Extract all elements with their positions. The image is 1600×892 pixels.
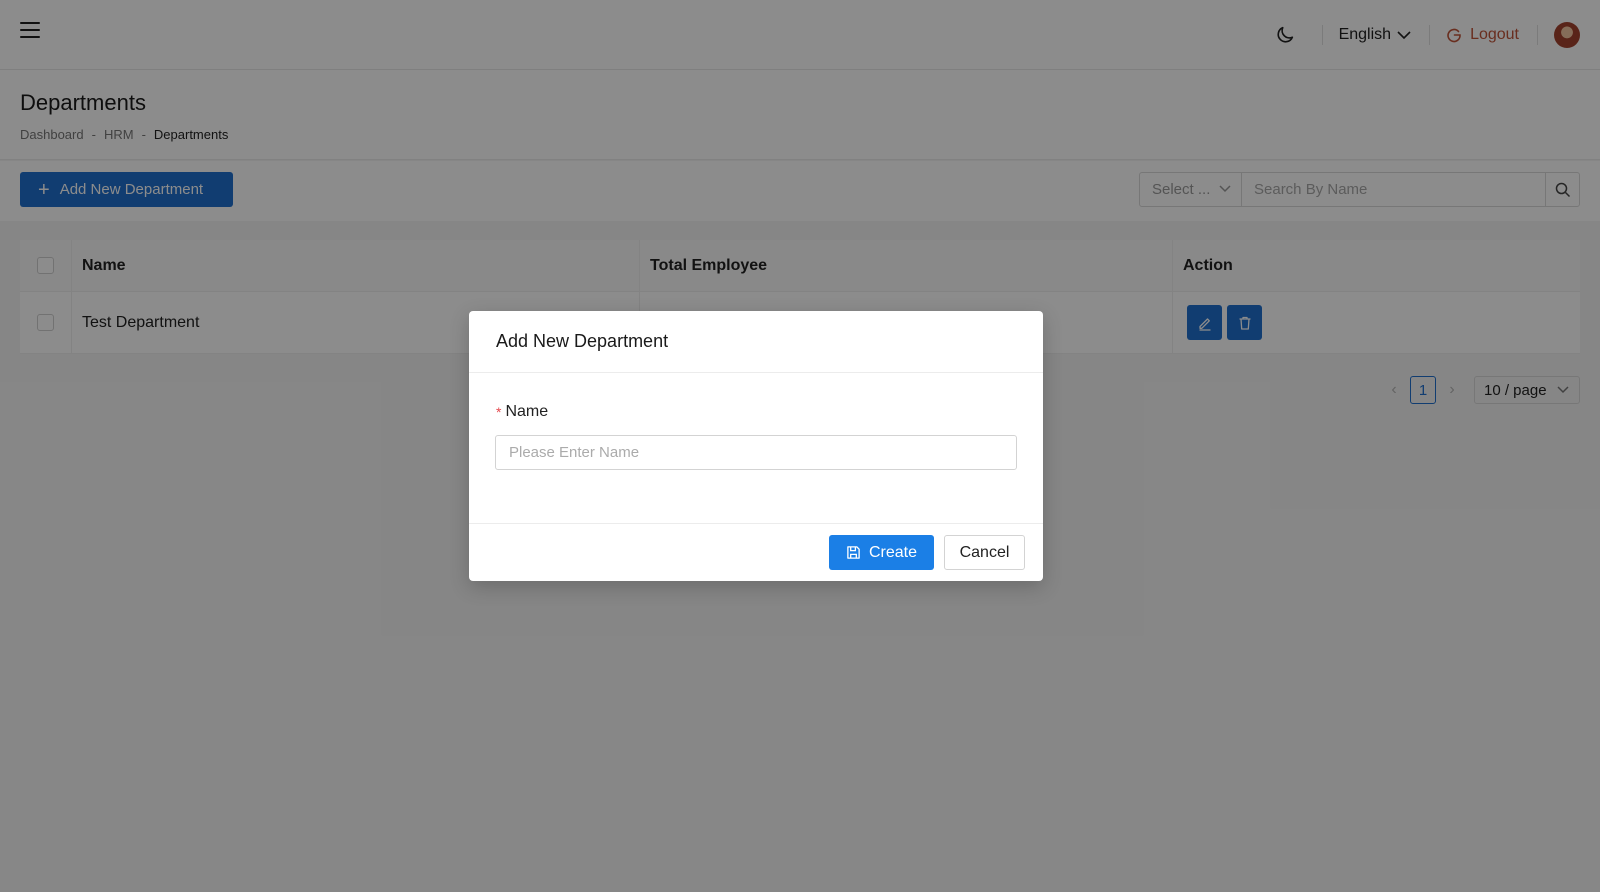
modal-footer: Create Cancel	[469, 523, 1043, 581]
create-label: Create	[868, 543, 918, 561]
create-button[interactable]: Create	[829, 535, 934, 570]
name-field-label: * Name	[496, 403, 548, 421]
name-input[interactable]	[495, 435, 1017, 470]
app: English Logout Departments Dashboard - H…	[0, 0, 1600, 892]
cancel-button[interactable]: Cancel	[944, 535, 1025, 570]
save-icon	[847, 546, 860, 559]
add-department-modal: Add New Department * Name Create Cancel	[469, 311, 1043, 581]
required-marker: *	[496, 404, 502, 420]
name-label-text: Name	[505, 403, 549, 420]
modal-title: Add New Department	[469, 311, 1043, 373]
